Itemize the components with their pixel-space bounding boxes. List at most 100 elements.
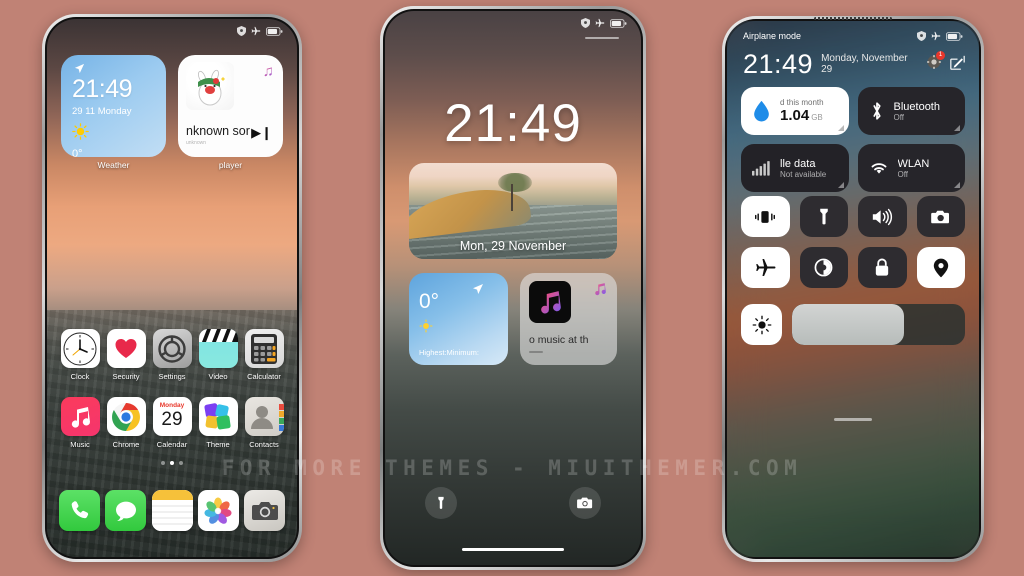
lock-weather-widget[interactable]: 0° Highest:Minimum: [409, 273, 508, 365]
phone-icon[interactable] [59, 490, 100, 531]
brightness-slider[interactable] [792, 304, 965, 345]
tile-wlan-state: Off [897, 169, 909, 179]
tile-bluetooth[interactable]: Bluetooth Off [857, 87, 965, 135]
airplane-icon [931, 31, 941, 41]
tile-texts: WLAN Off [898, 158, 930, 179]
tile-mobile-data[interactable]: lle data Not available [741, 144, 849, 192]
camera-icon [930, 210, 949, 223]
tile-airplane[interactable] [741, 247, 790, 288]
tile-vibrate[interactable] [741, 196, 790, 237]
tile-data-usage[interactable]: d this month 1.04 GB [741, 87, 849, 135]
app-chrome[interactable]: Chrome [104, 397, 148, 449]
lock-photo-date: Mon, 29 November [459, 239, 567, 253]
battery-icon [610, 18, 627, 28]
settings-gear-icon[interactable]: 1 [926, 51, 945, 75]
tile-dark-mode[interactable] [799, 247, 848, 288]
tile-location[interactable] [916, 247, 965, 288]
person-icon [244, 397, 284, 436]
weather-widget-label: Weather [97, 160, 130, 170]
status-bar [385, 11, 641, 35]
phone-bezel: 21:49 29 11 Monday 0° Weather ♫ nknown s… [45, 17, 299, 559]
phone-bezel: Airplane mode 21:49 Monday, November 29 … [725, 19, 981, 559]
home-indicator-bar[interactable] [462, 547, 564, 551]
tile-volume[interactable] [858, 196, 907, 237]
message-bubble-icon[interactable] [105, 490, 147, 531]
page-dot-active[interactable] [170, 461, 174, 465]
page-dot[interactable] [161, 461, 165, 465]
vibrate-icon [755, 210, 776, 223]
control-center-header: 21:49 Monday, November 29 1 [743, 51, 965, 78]
notes-icon[interactable] [151, 490, 193, 531]
app-label: Calendar [156, 440, 188, 449]
lock-music-widget[interactable]: o music at th [520, 273, 617, 365]
lock-screen-clock: 21:49 [444, 94, 582, 153]
tile-flashlight[interactable] [799, 196, 848, 237]
calculator-icon [244, 329, 284, 368]
app-label: Video [208, 372, 228, 381]
camera-icon[interactable] [244, 490, 285, 531]
app-calculator[interactable]: Calculator [242, 329, 286, 381]
location-pin-icon [933, 258, 948, 277]
navigation-arrow-icon [74, 63, 85, 74]
photos-flower-icon[interactable] [197, 490, 239, 531]
control-center-big-tiles: d this month 1.04 GB Bluetooth Off lle d… [741, 87, 965, 192]
heart-shield-icon [106, 329, 146, 368]
lock-photo-widget[interactable]: Mon, 29 November [409, 163, 617, 259]
status-airplane-label: Airplane mode [743, 31, 802, 41]
tile-mobile-data-title: lle data [780, 157, 816, 170]
control-center-drag-handle[interactable] [834, 418, 872, 421]
player-widget-wrap[interactable]: ♫ nknown sor unknown ▶❙ player [178, 55, 283, 170]
lock-weather-minmax: Highest:Minimum: [419, 348, 480, 357]
tile-lock[interactable] [858, 247, 907, 288]
tile-expand-corner[interactable] [954, 125, 960, 131]
tile-expand-corner[interactable] [837, 182, 844, 188]
chrome-icon [106, 397, 146, 436]
bluetooth-icon [872, 102, 881, 120]
page-dot[interactable] [179, 461, 183, 465]
tile-data-usage-value: 1.04 [780, 106, 810, 124]
weather-widget[interactable]: 21:49 29 11 Monday 0° [61, 55, 166, 157]
tile-data-usage-label: d this month [780, 97, 824, 107]
tile-bluetooth-title: Bluetooth [893, 100, 940, 113]
app-clock[interactable]: Clock [58, 329, 102, 381]
app-label: Clock [70, 372, 90, 381]
brightness-row [741, 304, 965, 345]
app-settings[interactable]: Settings [150, 329, 194, 381]
flashlight-icon [819, 208, 828, 225]
edit-pencil-icon[interactable] [950, 55, 965, 75]
battery-icon [946, 31, 963, 41]
tile-expand-corner[interactable] [954, 182, 960, 188]
notch-indicator-line [585, 37, 619, 39]
play-next-icon[interactable]: ▶❙ [251, 125, 272, 141]
app-calendar[interactable]: Monday 29 Calendar [150, 397, 194, 449]
lock-widget-row: 0° Highest:Minimum: o music at th [409, 273, 617, 365]
app-theme[interactable]: Theme [196, 397, 240, 449]
shield-icon [237, 26, 246, 36]
app-video[interactable]: Video [196, 329, 240, 381]
brightness-button[interactable] [741, 304, 782, 345]
music-note-icon: ♫ [262, 63, 274, 80]
app-contacts[interactable]: Contacts [242, 397, 286, 449]
weather-widget-temp: 0° [72, 148, 83, 157]
app-row-2: Music Chrome Monday 29 Calendar Theme Co… [58, 397, 286, 449]
shield-icon [917, 31, 926, 41]
app-security[interactable]: Security [104, 329, 148, 381]
app-music[interactable]: Music [58, 397, 102, 449]
navigation-arrow-icon [472, 282, 484, 300]
control-center-date: Monday, November 29 [821, 53, 908, 75]
camera-button[interactable] [569, 487, 601, 519]
signal-bars-icon [752, 161, 770, 176]
tile-texts: d this month 1.04 GB [780, 98, 824, 125]
status-icons [917, 31, 963, 41]
tile-screenshot[interactable] [916, 196, 965, 237]
player-widget-label: player [218, 160, 243, 170]
tile-mobile-data-state: Not available [780, 169, 827, 179]
flashlight-icon [438, 496, 444, 509]
sun-icon [72, 123, 155, 145]
app-label: Chrome [112, 440, 140, 449]
player-widget[interactable]: ♫ nknown sor unknown ▶❙ [178, 55, 283, 157]
flashlight-button[interactable] [425, 487, 457, 519]
tile-wlan[interactable]: WLAN Off [857, 144, 965, 192]
tile-expand-corner[interactable] [837, 125, 844, 131]
weather-widget-wrap[interactable]: 21:49 29 11 Monday 0° Weather [61, 55, 166, 170]
